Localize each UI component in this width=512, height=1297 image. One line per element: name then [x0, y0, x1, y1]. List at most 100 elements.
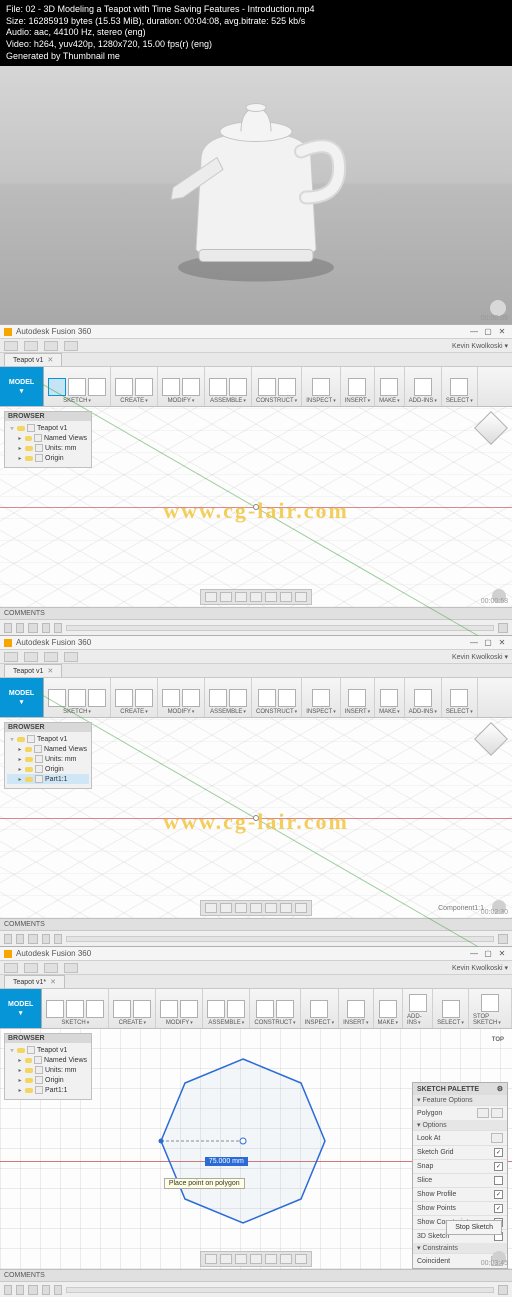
- ribbon-group-label[interactable]: MAKE: [378, 1020, 399, 1026]
- ribbon-group-label[interactable]: INSPECT: [306, 709, 336, 715]
- ribbon-make-tool-0[interactable]: [379, 1000, 397, 1018]
- tree-node-origin[interactable]: ▸Origin: [7, 453, 89, 463]
- ribbon-insert-tool-0[interactable]: [348, 689, 366, 707]
- ribbon-add-ins-tool-0[interactable]: [409, 994, 427, 1012]
- tab-teapot[interactable]: Teapot v1* ✕: [4, 975, 65, 988]
- qat-save[interactable]: [24, 963, 38, 973]
- ribbon-construct-tool-1[interactable]: [278, 378, 296, 396]
- ribbon-group-label[interactable]: CREATE: [120, 398, 147, 404]
- ribbon-group-label[interactable]: SKETCH: [61, 1020, 89, 1026]
- ribbon-construct-tool-1[interactable]: [278, 689, 296, 707]
- look-at-icon[interactable]: [491, 1133, 503, 1143]
- ribbon-group-label[interactable]: INSERT: [345, 709, 370, 715]
- nav-pan[interactable]: [220, 903, 232, 913]
- ribbon-group-label[interactable]: ADD-INS: [409, 398, 437, 404]
- sketch-polygon[interactable]: [143, 1049, 343, 1249]
- window-maximize[interactable]: ▢: [482, 638, 494, 648]
- window-close[interactable]: ✕: [496, 949, 508, 959]
- qat-save[interactable]: [24, 341, 38, 351]
- nav-viewports[interactable]: [295, 1254, 307, 1264]
- ribbon-stop-sketch-tool-0[interactable]: [481, 994, 499, 1012]
- ribbon-modify-tool-0[interactable]: [160, 1000, 178, 1018]
- checkbox[interactable]: [494, 1176, 503, 1185]
- tree-node-units-mm[interactable]: ▸Units: mm: [7, 754, 89, 764]
- nav-orbit[interactable]: [205, 903, 217, 913]
- nav-fit[interactable]: [250, 592, 262, 602]
- palette-settings-icon[interactable]: ⚙: [497, 1085, 503, 1093]
- ribbon-group-label[interactable]: CONSTRUCT: [256, 398, 297, 404]
- view-cube[interactable]: [476, 724, 506, 754]
- qat-save[interactable]: [24, 652, 38, 662]
- nav-orbit[interactable]: [205, 1254, 217, 1264]
- ribbon-group-label[interactable]: ASSEMBLE: [208, 1020, 244, 1026]
- tree-node-units-mm[interactable]: ▸Units: mm: [7, 443, 89, 453]
- ribbon-group-label[interactable]: MAKE: [379, 709, 400, 715]
- workspace-model[interactable]: MODEL▾: [0, 367, 44, 406]
- checkbox[interactable]: ✓: [494, 1162, 503, 1171]
- tree-node-units-mm[interactable]: ▸Units: mm: [7, 1065, 89, 1075]
- ribbon-create-tool-1[interactable]: [135, 378, 153, 396]
- qat-undo[interactable]: [44, 341, 58, 351]
- canvas[interactable]: BROWSER ▿Teapot v1▸Named Views▸Units: mm…: [0, 407, 512, 607]
- workspace-model[interactable]: MODEL▾: [0, 678, 44, 717]
- ribbon-sketch-tool-1[interactable]: [66, 1000, 84, 1018]
- ribbon-sketch-tool-2[interactable]: [86, 1000, 104, 1018]
- ribbon-group-label[interactable]: CONSTRUCT: [254, 1020, 295, 1026]
- qat-file[interactable]: [4, 963, 18, 973]
- nav-grid[interactable]: [280, 592, 292, 602]
- ribbon-modify-tool-1[interactable]: [182, 378, 200, 396]
- timeline-start[interactable]: [4, 934, 12, 944]
- tree-root[interactable]: ▿Teapot v1: [7, 423, 89, 433]
- window-maximize[interactable]: ▢: [482, 949, 494, 959]
- ribbon-group-label[interactable]: MODIFY: [166, 1020, 193, 1026]
- dimension-input[interactable]: 75.000 mm: [205, 1157, 248, 1166]
- nav-fit[interactable]: [250, 1254, 262, 1264]
- timeline-start[interactable]: [4, 1285, 12, 1295]
- ribbon-sketch-tool-1[interactable]: [68, 378, 86, 396]
- canvas[interactable]: BROWSER ▿Teapot v1▸Named Views▸Units: mm…: [0, 718, 512, 918]
- tab-close-icon[interactable]: ✕: [47, 667, 53, 675]
- ribbon-modify-tool-0[interactable]: [162, 689, 180, 707]
- ribbon-group-label[interactable]: SELECT: [446, 709, 473, 715]
- timeline-start[interactable]: [4, 623, 12, 633]
- nav-fit[interactable]: [250, 903, 262, 913]
- tab-teapot[interactable]: Teapot v1 ✕: [4, 664, 62, 677]
- tree-node-part1-1[interactable]: ▸Part1:1: [7, 774, 89, 784]
- tree-node-named-views[interactable]: ▸Named Views: [7, 744, 89, 754]
- ribbon-group-label[interactable]: ASSEMBLE: [210, 398, 246, 404]
- ribbon-assemble-tool-1[interactable]: [227, 1000, 245, 1018]
- timeline-settings-icon[interactable]: [498, 623, 508, 633]
- view-cube[interactable]: [476, 413, 506, 443]
- timeline-prev[interactable]: [16, 934, 24, 944]
- window-close[interactable]: ✕: [496, 327, 508, 337]
- qat-file[interactable]: [4, 652, 18, 662]
- ribbon-select-tool-0[interactable]: [450, 689, 468, 707]
- tree-node-named-views[interactable]: ▸Named Views: [7, 1055, 89, 1065]
- canvas[interactable]: 75.000 mm Place point on polygon BROWSER…: [0, 1029, 512, 1269]
- window-minimize[interactable]: —: [468, 638, 480, 648]
- tree-root[interactable]: ▿Teapot v1: [7, 1045, 89, 1055]
- nav-orbit[interactable]: [205, 592, 217, 602]
- nav-display[interactable]: [265, 592, 277, 602]
- nav-pan[interactable]: [220, 1254, 232, 1264]
- timeline-track[interactable]: [66, 625, 494, 631]
- nav-grid[interactable]: [280, 1254, 292, 1264]
- window-minimize[interactable]: —: [468, 327, 480, 337]
- ribbon-inspect-tool-0[interactable]: [312, 689, 330, 707]
- ribbon-group-label[interactable]: MODIFY: [168, 709, 195, 715]
- ribbon-assemble-tool-1[interactable]: [229, 378, 247, 396]
- ribbon-group-label[interactable]: INSPECT: [305, 1020, 335, 1026]
- browser-panel[interactable]: BROWSER ▿Teapot v1▸Named Views▸Units: mm…: [4, 411, 92, 468]
- timeline-track[interactable]: [66, 1287, 494, 1293]
- nav-pan[interactable]: [220, 592, 232, 602]
- viewcube-top-label[interactable]: TOP: [492, 1037, 504, 1043]
- checkbox[interactable]: ✓: [494, 1204, 503, 1213]
- ribbon-modify-tool-1[interactable]: [182, 689, 200, 707]
- tree-node-origin[interactable]: ▸Origin: [7, 1075, 89, 1085]
- tree-root[interactable]: ▿Teapot v1: [7, 734, 89, 744]
- tab-close-icon[interactable]: ✕: [47, 356, 53, 364]
- tab-close-icon[interactable]: ✕: [50, 978, 56, 986]
- ribbon-create-tool-1[interactable]: [133, 1000, 151, 1018]
- ribbon-group-label[interactable]: STOP SKETCH: [473, 1014, 507, 1026]
- ribbon-group-label[interactable]: SELECT: [446, 398, 473, 404]
